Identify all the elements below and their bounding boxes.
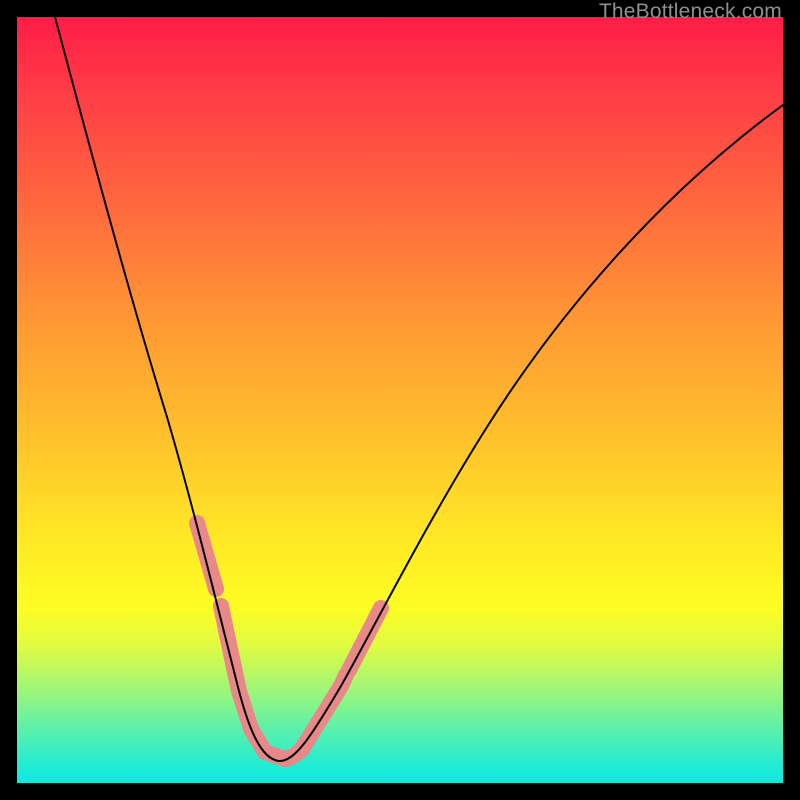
chart-gradient-frame	[17, 17, 783, 783]
bottleneck-plot	[17, 17, 783, 783]
watermark-text: TheBottleneck.com	[599, 0, 782, 24]
highlight-segments	[197, 523, 381, 759]
bottleneck-curve	[55, 17, 783, 761]
